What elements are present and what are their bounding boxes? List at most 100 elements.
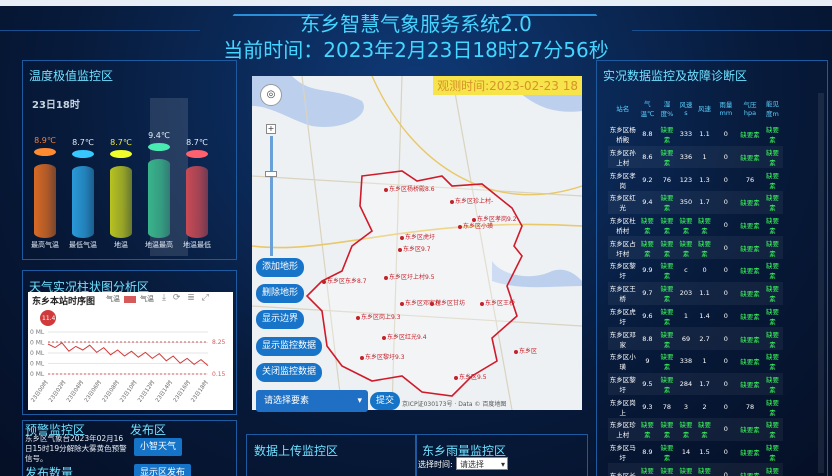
element-select[interactable]: 请选择要素 ▾ bbox=[256, 390, 368, 412]
station-name-cell: 东乡区孝岗 bbox=[609, 171, 636, 190]
table-cell: 2 bbox=[702, 402, 707, 411]
table-cell: 缺要素 bbox=[740, 267, 760, 276]
map-station-label[interactable]: 东乡区东乡8.7 bbox=[322, 276, 367, 285]
temp-bar-label: 地温最低 bbox=[183, 241, 211, 249]
table-row[interactable]: 东乡区孝岗 9.2 76 123 1.3 0 76 缺要素 bbox=[608, 168, 783, 191]
table-scrollbar[interactable] bbox=[818, 93, 824, 473]
table-row[interactable]: 东乡区虎圩 9.6 缺要素 1 1.4 0 缺要素 缺要素 bbox=[608, 305, 783, 328]
map-station-label[interactable]: 东乡区小璜 bbox=[458, 221, 493, 230]
temp-bar bbox=[110, 166, 132, 238]
table-cell: 1.5 bbox=[699, 447, 710, 456]
table-cell: 0 bbox=[713, 281, 739, 305]
table-row[interactable]: 东乡区长缺要素缺要素缺要素缺要素0缺要素缺要素 bbox=[608, 463, 783, 476]
map-zoom-slider[interactable] bbox=[270, 136, 273, 256]
table-cell: 缺要素 bbox=[695, 236, 714, 260]
table-header-cell: 湿度% bbox=[660, 100, 674, 118]
table-row[interactable]: 东乡区红光 9.4 缺要素 350 1.7 0 缺要素 缺要素 bbox=[608, 191, 783, 214]
table-cell: 0 bbox=[723, 447, 728, 456]
map-station-label[interactable]: 东乡区岗上9.3 bbox=[356, 312, 401, 321]
map-station-label[interactable]: 东乡区9.5 bbox=[454, 372, 487, 381]
table-cell: 缺要素 bbox=[640, 217, 654, 236]
station-name-cell: 东乡区黎圩 bbox=[608, 372, 638, 396]
table-cell: 8.8 bbox=[637, 327, 658, 350]
table-cell: 350 bbox=[676, 191, 696, 214]
map-station-label[interactable]: 东乡区9.7 bbox=[398, 244, 431, 253]
map-station-label[interactable]: 东乡区珍上村- bbox=[450, 196, 493, 205]
table-row[interactable]: 东乡区王桥 9.7 缺要素 203 1.1 0 缺要素 缺要素 bbox=[608, 281, 783, 305]
table-cell: 缺要素 bbox=[698, 217, 712, 236]
table-cell: c bbox=[684, 266, 688, 275]
map-station-label[interactable]: 东乡区虎圩 bbox=[400, 232, 435, 241]
delete-terrain-button[interactable]: 删除地形 bbox=[256, 284, 305, 303]
show-boundary-button[interactable]: 显示边界 bbox=[256, 310, 305, 329]
map-station-label[interactable]: 东乡区杨桥殿8.6 bbox=[384, 184, 435, 193]
table-cell: 缺要素 bbox=[637, 236, 658, 260]
y-tick-label: 0 ML bbox=[30, 329, 45, 336]
table-cell: 9.5 bbox=[637, 372, 658, 396]
system-title: 东乡智慧气象服务系统2.0 bbox=[300, 12, 532, 36]
table-cell: 缺要素 bbox=[765, 307, 779, 326]
submit-button[interactable]: 提交 bbox=[370, 392, 401, 410]
table-cell: 缺要素 bbox=[761, 281, 783, 305]
table-row[interactable]: 东乡区黎圩 9.9 缺要素 c 0 0 缺要素 缺要素 bbox=[608, 259, 783, 282]
x-tick-label: 23日14时 bbox=[153, 378, 174, 403]
table-cell: 8.8 bbox=[642, 130, 653, 139]
map-station-label[interactable]: 东乡区甘坊 bbox=[430, 298, 465, 307]
table-row[interactable]: 东乡区占圩村 缺要素 缺要素 缺要素 缺要素 0 缺要素 缺要素 bbox=[608, 236, 783, 260]
table-row[interactable]: 东乡区小璜 9 缺要素 338 1 0 缺要素 缺要素 bbox=[608, 350, 783, 373]
map-view[interactable]: 观测时间:2023-02-23 18 ◎ + 东乡区杨桥殿8.6 东乡区珍上村- 东… bbox=[252, 76, 582, 410]
map-station-label[interactable]: 东乡区 bbox=[514, 346, 537, 355]
temp-panel-title: 温度极值监控区 bbox=[29, 69, 114, 83]
temp-bar-chart: 8.9℃ 最高气温 8.7℃ 最低气温 8.7℃ 地温 9.4℃ 地温最高 8.7℃ 地温最低 bbox=[28, 90, 228, 250]
map-pan-control[interactable]: ◎ bbox=[260, 84, 282, 106]
map-station-label[interactable]: 东乡区圩上村9.5 bbox=[384, 272, 435, 281]
map-station-label[interactable]: 东乡区黎圩9.3 bbox=[360, 352, 405, 361]
table-cell: 缺要素 bbox=[738, 417, 762, 441]
table-row[interactable]: 东乡区岗上 9.3 78 3 2 0 78 缺要素 bbox=[608, 395, 783, 418]
show-monitor-data-button[interactable]: 显示监控数据 bbox=[256, 337, 323, 356]
close-monitor-data-button[interactable]: 关闭监控数据 bbox=[256, 363, 323, 382]
table-cell: 缺要素 bbox=[695, 417, 714, 441]
table-cell: 284 bbox=[676, 372, 696, 396]
map-zoom-handle[interactable] bbox=[265, 171, 277, 177]
table-cell: 缺要素 bbox=[657, 236, 677, 260]
table-cell: 333 bbox=[679, 130, 693, 139]
current-time: 当前时间：2023年2月23日18时27分56秒 bbox=[223, 38, 609, 62]
table-cell: 缺要素 bbox=[657, 191, 677, 214]
table-cell: 1.3 bbox=[699, 175, 710, 184]
table-row[interactable]: 东乡区邓家 8.8 缺要素 69 2.7 0 缺要素 缺要素 bbox=[608, 327, 783, 350]
table-cell: 9 bbox=[645, 357, 650, 366]
table-cell: 缺要素 bbox=[660, 217, 674, 236]
table-cell: 缺要素 bbox=[695, 463, 714, 476]
rain-time-label: 选择时间: bbox=[418, 460, 453, 469]
table-row[interactable]: 东乡区马圩 8.9 缺要素 14 1.5 0 缺要素 缺要素 bbox=[608, 441, 783, 464]
table-cell: 缺要素 bbox=[761, 327, 783, 350]
table-row[interactable]: 东乡区珍上村 缺要素 缺要素 缺要素 缺要素 0 缺要素 缺要素 bbox=[608, 417, 783, 441]
map-station-label[interactable]: 东乡区王桥 bbox=[480, 298, 515, 307]
reference-value: 8.25 bbox=[212, 339, 226, 346]
temp-bar-label: 地温 bbox=[114, 241, 128, 249]
table-row[interactable]: 东乡区黎圩 9.5 缺要素 284 1.7 0 缺要素 缺要素 bbox=[608, 372, 783, 396]
temp-bar-value: 8.7℃ bbox=[110, 138, 132, 147]
table-cell: 78 bbox=[662, 402, 672, 411]
table-row[interactable]: 东乡区杨桥殿 8.8 缺要素 333 1.1 0 缺要素 缺要素 bbox=[608, 123, 783, 146]
table-cell: 1.7 bbox=[695, 372, 714, 396]
table-cell: 9.4 bbox=[637, 191, 658, 214]
map-station-label[interactable]: 东乡区红光9.4 bbox=[382, 332, 427, 341]
temp-bar-label: 地温最高 bbox=[145, 241, 173, 249]
station-name-cell: 东乡区红光 bbox=[608, 191, 638, 214]
table-row[interactable]: 东乡区孙上村 8.6 缺要素 336 1 0 缺要素 缺要素 bbox=[608, 145, 783, 169]
table-row[interactable]: 东乡区杜桥村 缺要素 缺要素 缺要素 缺要素 0 缺要素 缺要素 bbox=[608, 214, 783, 237]
table-cell: 缺要素 bbox=[765, 217, 779, 236]
table-cell: 缺要素 bbox=[765, 443, 779, 462]
map-zoom-in[interactable]: + bbox=[266, 124, 276, 134]
table-cell: 0 bbox=[723, 130, 728, 139]
rain-time-select[interactable]: 请选择 ▾ bbox=[456, 457, 508, 470]
table-cell: 缺要素 bbox=[761, 417, 783, 441]
temp-bar-cap bbox=[186, 150, 208, 158]
add-terrain-button[interactable]: 添加地形 bbox=[256, 258, 305, 277]
publish-button[interactable]: 显示区发布 bbox=[134, 464, 192, 476]
x-tick-label: 23日00时 bbox=[29, 378, 50, 403]
station-name-cell: 东乡区小璜 bbox=[609, 353, 636, 372]
weather-button[interactable]: 小智天气 bbox=[134, 438, 183, 456]
